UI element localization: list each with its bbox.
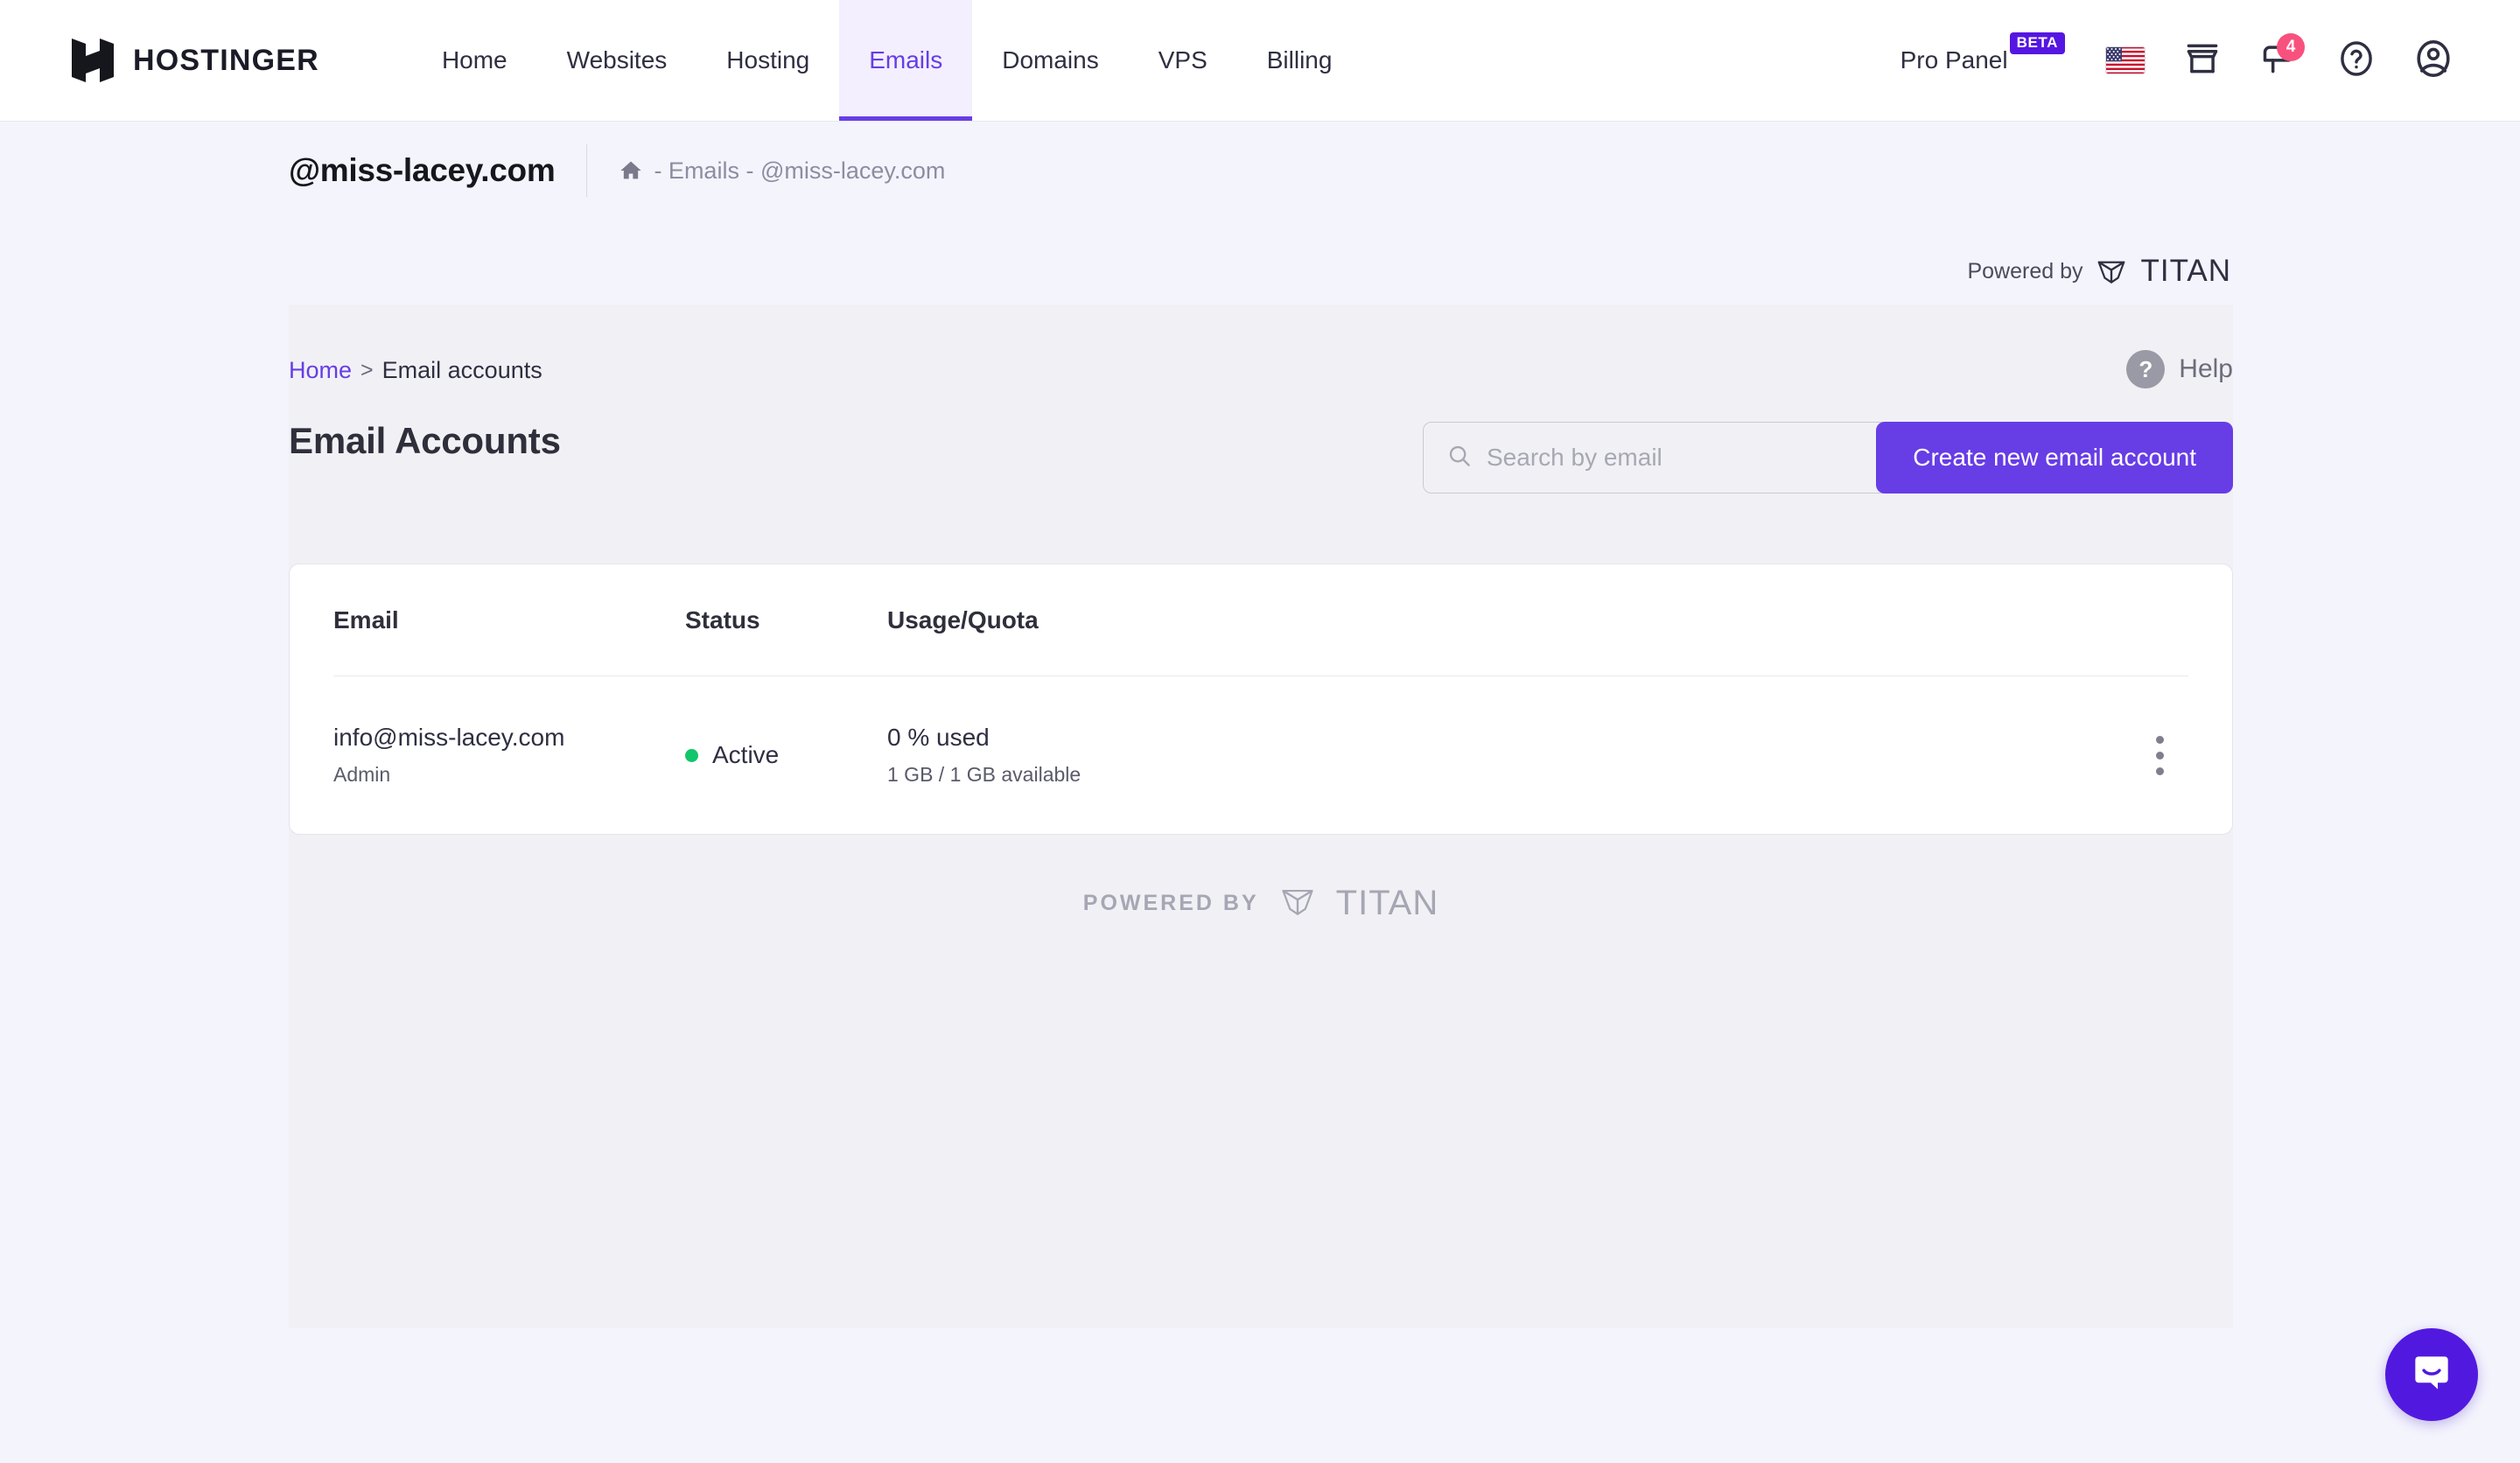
main-nav: Home Websites Hosting Emails Domains VPS… — [412, 0, 1362, 121]
app-root: HOSTINGER Home Websites Hosting Emails D… — [0, 0, 2520, 1463]
nav-item-websites[interactable]: Websites — [537, 0, 697, 121]
kebab-dot — [2155, 751, 2164, 760]
titan-cube-icon — [2095, 255, 2128, 288]
pro-panel-button[interactable]: Pro Panel BETA — [1900, 32, 2072, 74]
powered-by-titan-footer: POWERED BY TITAN — [289, 882, 2233, 925]
panel-header: Email Accounts Create new email account — [289, 420, 2233, 518]
pro-panel-label: Pro Panel — [1900, 46, 2008, 74]
nav-item-domains[interactable]: Domains — [972, 0, 1128, 121]
nav-item-vps[interactable]: VPS — [1129, 0, 1237, 121]
create-new-email-account-button[interactable]: Create new email account — [1876, 422, 2233, 494]
help-label: Help — [2179, 354, 2233, 383]
home-icon[interactable] — [619, 158, 643, 183]
usage-percent: 0 % used — [887, 724, 990, 751]
kebab-menu-icon[interactable] — [2136, 724, 2183, 786]
breadcrumb: Home > Email accounts — [289, 357, 542, 384]
top-navigation-bar: HOSTINGER Home Websites Hosting Emails D… — [0, 0, 2520, 122]
language-selector-button[interactable] — [2102, 37, 2149, 84]
titan-wordmark-footer: TITAN — [1335, 884, 1439, 922]
breadcrumb-current: Email accounts — [382, 357, 542, 383]
email-role: Admin — [333, 763, 391, 786]
nav-item-home[interactable]: Home — [412, 0, 537, 121]
column-header-status: Status — [685, 606, 760, 634]
beta-badge: BETA — [2009, 32, 2065, 54]
header-divider — [586, 144, 588, 197]
email-accounts-card: Email Status Usage/Quota info@miss-lacey… — [289, 564, 2233, 835]
question-circle-icon — [2336, 38, 2376, 83]
brand-logo-link[interactable]: HOSTINGER — [72, 0, 319, 121]
brand-name: HOSTINGER — [133, 43, 319, 77]
status-badge: Active — [712, 741, 780, 768]
marketplace-button[interactable] — [2179, 37, 2226, 84]
powered-by-titan-top: Powered by TITAN — [1967, 254, 2231, 289]
powered-by-label: Powered by — [1967, 258, 2083, 284]
column-header-email: Email — [333, 606, 399, 634]
domain-breadcrumb: - Emails - @miss-lacey.com — [619, 158, 945, 185]
table-row[interactable]: info@miss-lacey.com Admin Active 0 % use… — [333, 676, 2188, 834]
nav-item-hosting[interactable]: Hosting — [696, 0, 839, 121]
help-button[interactable] — [2333, 37, 2380, 84]
usage-detail: 1 GB / 1 GB available — [887, 763, 1082, 786]
cell-status: Active — [685, 741, 887, 769]
breadcrumb-home-link[interactable]: Home — [289, 357, 352, 384]
cell-usage: 0 % used 1 GB / 1 GB available — [887, 724, 2188, 787]
titan-wordmark: TITAN — [2140, 254, 2231, 288]
kebab-dot — [2155, 735, 2164, 744]
notifications-button[interactable]: 4 — [2256, 33, 2305, 84]
notification-count-badge: 4 — [2277, 33, 2305, 61]
search-icon — [1446, 443, 1473, 473]
chat-bubble-icon — [2407, 1348, 2456, 1402]
us-flag-icon — [2105, 46, 2146, 74]
cell-email: info@miss-lacey.com Admin — [333, 724, 685, 787]
email-address: info@miss-lacey.com — [333, 724, 565, 751]
main-panel: Home > Email accounts ? Help Email Accou… — [289, 304, 2233, 1328]
top-bar-actions: Pro Panel BETA 4 — [1900, 0, 2520, 121]
domain-header: @miss-lacey.com - Emails - @miss-lacey.c… — [0, 122, 2520, 220]
help-link[interactable]: ? Help — [2126, 350, 2233, 388]
titan-cube-icon — [1278, 882, 1317, 925]
store-icon — [2183, 39, 2222, 82]
question-mark-icon: ? — [2126, 350, 2166, 388]
table-header-row: Email Status Usage/Quota — [333, 564, 2188, 676]
column-header-usage: Usage/Quota — [887, 606, 1039, 634]
breadcrumb-separator: > — [360, 358, 374, 382]
powered-by-footer-label: POWERED BY — [1082, 891, 1259, 915]
account-button[interactable] — [2410, 37, 2457, 84]
user-avatar-icon — [2412, 38, 2454, 84]
kebab-dot — [2155, 766, 2164, 775]
nav-item-emails[interactable]: Emails — [839, 0, 973, 121]
chat-launcher-button[interactable] — [2385, 1328, 2478, 1421]
status-dot-icon — [685, 748, 698, 762]
nav-item-billing[interactable]: Billing — [1237, 0, 1362, 121]
page-domain-title: @miss-lacey.com — [289, 152, 556, 188]
hostinger-h-logo-icon — [72, 38, 114, 82]
domain-breadcrumb-text: - Emails - @miss-lacey.com — [654, 157, 946, 184]
